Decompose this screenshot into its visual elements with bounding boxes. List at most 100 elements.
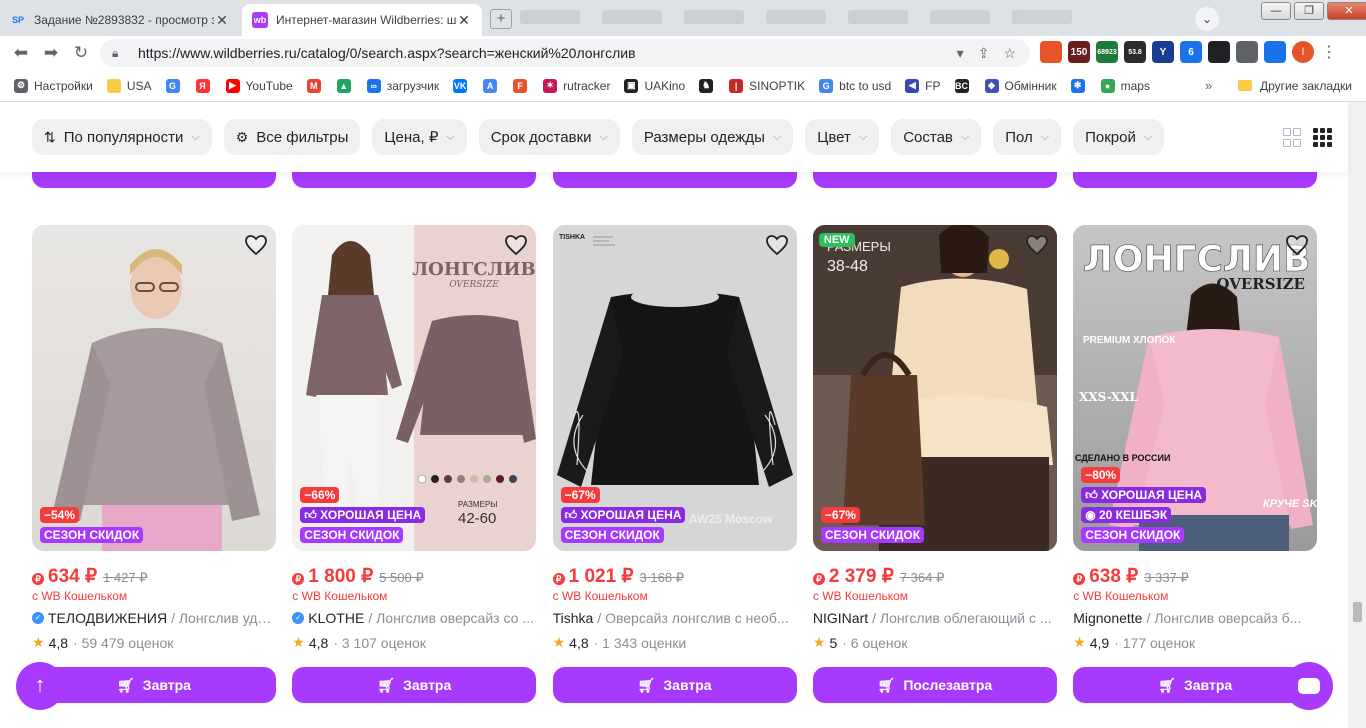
bookmark-chess[interactable]: ♞ [699,78,719,93]
bookmark-google[interactable]: G [165,78,186,93]
bookmark-maps[interactable]: ● maps [1100,78,1150,93]
bookmark-drive[interactable]: ▲ [336,78,357,93]
close-tab-icon[interactable]: ✕ [456,12,472,29]
product-title[interactable]: Mignonette / Лонгслив оверсайз б... [1073,610,1317,626]
add-to-cart-button[interactable]: 🛒︎ Завтра [32,667,276,703]
bookmarks-more-button[interactable]: » [1205,78,1212,93]
puzzle-extension-icon[interactable] [1236,41,1258,63]
dropdown-icon[interactable]: ▾ [957,45,964,62]
bookmark-snowflake[interactable]: ✱ [1070,78,1091,93]
heart-icon[interactable] [1025,233,1049,257]
wallet-note: с WB Кошельком [1073,589,1169,603]
bookmark-обмінник[interactable]: ◆ Обмінник [984,78,1057,93]
rutracker-icon: ✶ [543,78,558,93]
product-title[interactable]: Tishka / Оверсайз лонгслив с необ... [553,610,797,626]
rating-value: 5 [829,634,838,651]
bookmark-bc[interactable]: BC [954,78,975,93]
product-title[interactable]: ✓ ТЕЛОДВИЖЕНИЯ / Лонгслив удл... [32,610,276,626]
bookmark-vk[interactable]: VK [453,78,473,93]
filter-chip[interactable]: Пол ⌵ [993,119,1062,155]
new-tab-button[interactable]: + [490,9,512,29]
profile-avatar[interactable]: I [1292,41,1314,63]
scroll-to-top-button[interactable]: ↑ [16,662,64,710]
sort-button[interactable]: ⇅ По популярности ⌵ [32,119,212,155]
bookmark-f-app[interactable]: F [513,78,533,93]
browser-menu-icon[interactable]: ⋮ [1320,42,1338,62]
price: 1 021 ₽ [568,566,634,587]
back-arrow-icon[interactable]: ⬅ [8,40,34,66]
shield-extension-icon[interactable]: 6 [1180,41,1202,63]
heart-icon[interactable] [1285,233,1309,257]
chat-button[interactable] [1285,662,1333,710]
heart-icon[interactable] [504,233,528,257]
product-photo[interactable]: ЛОНГСЛИВ OVERSIZE РАЗМЕРЫ 42-60 −66% 👍︎ ХОРО… [292,225,537,551]
season-badge: СЕЗОН СКИДОК [820,527,925,543]
other-bookmarks[interactable]: Другие закладки [1238,79,1352,93]
tab-search-button[interactable]: ⌄ [1195,7,1219,31]
bookmark-youtube[interactable]: ▶ YouTube [225,78,293,93]
filter-chip[interactable]: Цвет ⌵ [805,119,880,155]
product-card[interactable]: TISHKA AW25 Moscow −67% 👍︎ ХОРОШАЯ ЦЕНА СЕЗ… [552,225,797,703]
gmail-icon: M [306,78,321,93]
download-icon[interactable] [1264,41,1286,63]
bookmark-rutracker[interactable]: ✶ rutracker [543,78,610,93]
y-extension-icon[interactable]: Y [1152,41,1174,63]
big-grid-icon[interactable] [1283,128,1301,147]
heart-icon[interactable] [765,233,789,257]
badge-text: ХОРОШАЯ ЦЕНА [320,508,422,522]
scrollbar-thumb[interactable] [1353,602,1362,622]
reload-icon[interactable]: ↻ [68,40,94,66]
fire-extension-icon[interactable] [1040,41,1062,63]
address-bar[interactable]: 🔒︎ https://www.wildberries.ru/catalog/0/… [100,39,1030,67]
close-tab-icon[interactable]: ✕ [214,12,230,29]
filter-chip[interactable]: Цена, ₽ ⌵ [372,119,467,155]
cursor-extension-icon[interactable] [1208,41,1230,63]
bookmark-sinoptik[interactable]: | SINOPTIK [729,78,805,93]
filter-chip[interactable]: Покрой ⌵ [1073,119,1165,155]
product-card[interactable]: −54% СЕЗОН СКИДОК ₽ 634 ₽ 1 427 ₽ с WB Ко… [32,225,276,703]
all-filters-button[interactable]: ⚙︎ Все фильтры [223,119,361,155]
bitcoin-extension-icon[interactable]: 68923 [1096,41,1118,63]
calendar-extension-icon[interactable]: 150 [1068,41,1090,63]
filter-chip[interactable]: Состав ⌵ [891,119,982,155]
product-photo[interactable]: РАЗМЕРЫ 38-48 NEW −67% СЕЗОН СКИДОК [812,225,1057,551]
window-close-button[interactable]: ✕ [1327,2,1366,20]
chevron-down-icon: ⌵ [1143,130,1153,143]
heart-icon[interactable] [244,233,268,257]
bookmark-загрузчик[interactable]: ∞ загрузчик [366,78,439,93]
share-icon[interactable]: ⇪ [978,45,990,62]
add-to-cart-button[interactable]: 🛒︎ Завтра [1073,667,1318,703]
bookmark-настройки[interactable]: ⚙ Настройки [14,78,93,93]
wb-wallet-icon: ₽ [552,573,565,585]
badge-text: СЕЗОН СКИДОК [564,528,660,542]
product-card[interactable]: РАЗМЕРЫ 38-48 NEW −67% СЕЗОН СКИДОК ₽ 2 37… [812,225,1057,703]
bookmark-usa[interactable]: USA [106,78,152,93]
bookmark-star-icon[interactable]: ☆ [1003,45,1016,62]
tab-task[interactable]: SP Задание №2893832 - просмотр з ✕ [0,4,240,36]
bookmark-fp[interactable]: ◀ FP [905,78,941,93]
ltc-extension-icon[interactable]: 53.8 [1124,41,1146,63]
page-scrollbar[interactable] [1348,102,1366,728]
maximize-button[interactable]: ❐ [1294,2,1324,20]
filter-chip[interactable]: Размеры одежды ⌵ [631,119,794,155]
product-title[interactable]: NIGINart / Лонгслив облегающий с ... [813,610,1057,626]
product-card[interactable]: ЛОНГСЛИВ OVERSIZE PREMIUM ХЛОПОК XXS-XXL СДЕ… [1073,225,1318,703]
bookmark-btc-to-usd[interactable]: Gbtc to usd [819,78,891,93]
product-photo[interactable]: ЛОНГСЛИВ OVERSIZE PREMIUM ХЛОПОК XXS-XXL СДЕ… [1073,225,1318,551]
add-to-cart-button[interactable]: 🛒︎ Послезавтра [812,667,1057,703]
product-photo[interactable]: −54% СЕЗОН СКИДОК [32,225,276,551]
product-title[interactable]: ✓ KLOTHE / Лонгслив оверсайз со ... [292,610,536,626]
bookmark-uakino[interactable]: ▣ UAKino [624,78,685,93]
minimize-button[interactable]: — [1261,2,1291,20]
filter-chip[interactable]: Срок доставки ⌵ [478,119,620,155]
bookmark-gmail[interactable]: M [306,78,327,93]
bookmark-yandex[interactable]: Я [195,78,216,93]
small-grid-icon[interactable] [1313,128,1332,147]
bookmark-translate[interactable]: A [483,78,503,93]
forward-arrow-icon[interactable]: ➡ [38,40,64,66]
product-photo[interactable]: TISHKA AW25 Moscow −67% 👍︎ ХОРОШАЯ ЦЕНА СЕЗ… [552,225,797,551]
tab-wildberries[interactable]: wb Интернет-магазин Wildberries: ш ✕ [242,4,482,36]
add-to-cart-button[interactable]: 🛒︎ Завтра [552,667,797,703]
add-to-cart-button[interactable]: 🛒︎ Завтра [292,667,537,703]
product-card[interactable]: ЛОНГСЛИВ OVERSIZE РАЗМЕРЫ 42-60 −66% 👍︎ ХОРО… [292,225,537,703]
